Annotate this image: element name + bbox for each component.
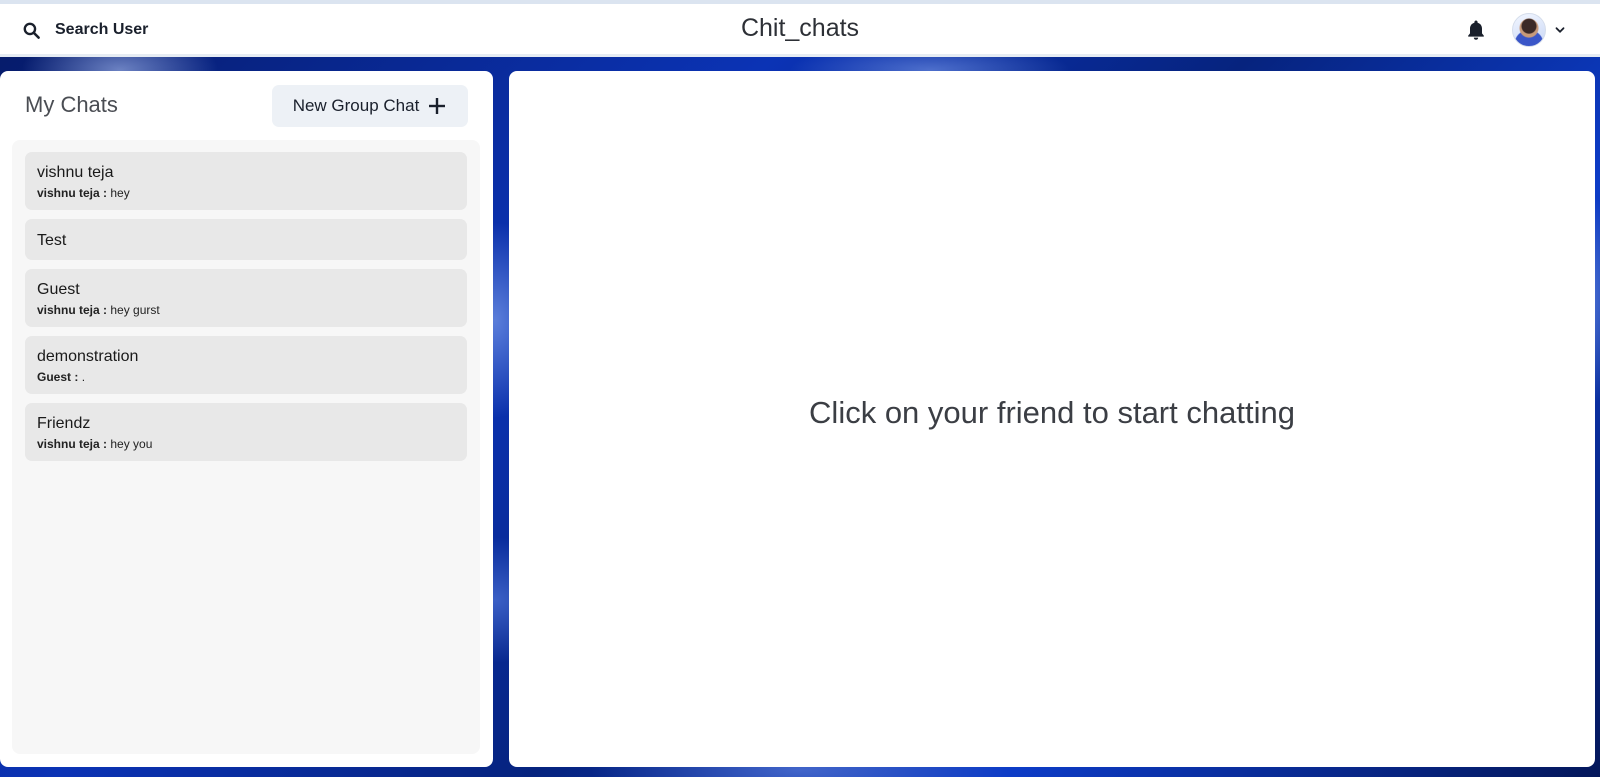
- search-user-button[interactable]: Search User: [14, 12, 156, 48]
- new-group-chat-button[interactable]: New Group Chat: [272, 85, 468, 127]
- latest-message: vishnu teja : hey you: [37, 437, 455, 452]
- latest-message-sender: Guest :: [37, 370, 79, 384]
- chat-name: Friendz: [37, 415, 91, 432]
- chat-name: vishnu teja: [37, 164, 114, 181]
- chat-list-item[interactable]: Friendz vishnu teja : hey you: [25, 403, 467, 461]
- chat-name: demonstration: [37, 348, 139, 365]
- latest-message-text: hey you: [110, 437, 153, 451]
- profile-menu-button[interactable]: [1512, 10, 1566, 50]
- chat-name: Test: [37, 232, 67, 249]
- latest-message-sender: vishnu teja :: [37, 186, 108, 200]
- new-group-chat-label: New Group Chat: [292, 96, 420, 115]
- avatar: [1512, 13, 1546, 47]
- latest-message-text: hey: [110, 186, 130, 200]
- top-bar: Search User Chit_chats: [0, 4, 1600, 57]
- chat-list: vishnu teja vishnu teja : hey Test Guest…: [12, 140, 480, 754]
- chevron-down-icon: [1555, 27, 1565, 33]
- app-title: Chit_chats: [740, 14, 860, 42]
- search-icon: [23, 22, 40, 39]
- my-chats-title: My Chats: [25, 92, 118, 117]
- bell-icon[interactable]: [1464, 18, 1488, 42]
- empty-chat-message: Click on your friend to start chatting: [809, 395, 1295, 430]
- chat-box-panel: Click on your friend to start chatting: [509, 71, 1595, 767]
- my-chats-header: My Chats New Group Chat: [25, 85, 468, 127]
- latest-message-text: .: [81, 370, 86, 384]
- latest-message-text: hey gurst: [110, 303, 160, 317]
- plus-icon: [429, 98, 446, 114]
- chat-list-item[interactable]: Guest vishnu teja : hey gurst: [25, 269, 467, 327]
- my-chats-panel: My Chats New Group Chat vishnu teja vish…: [0, 71, 493, 767]
- latest-message: vishnu teja : hey: [37, 186, 455, 201]
- chat-list-item[interactable]: vishnu teja vishnu teja : hey: [25, 152, 467, 210]
- chat-name: Guest: [37, 281, 80, 298]
- latest-message: Guest : .: [37, 370, 455, 385]
- search-user-label: Search User: [55, 21, 149, 38]
- chat-list-item[interactable]: Test: [25, 219, 467, 260]
- latest-message-sender: vishnu teja :: [37, 303, 108, 317]
- chat-list-item[interactable]: demonstration Guest : .: [25, 336, 467, 394]
- latest-message: vishnu teja : hey gurst: [37, 303, 455, 318]
- latest-message-sender: vishnu teja :: [37, 437, 108, 451]
